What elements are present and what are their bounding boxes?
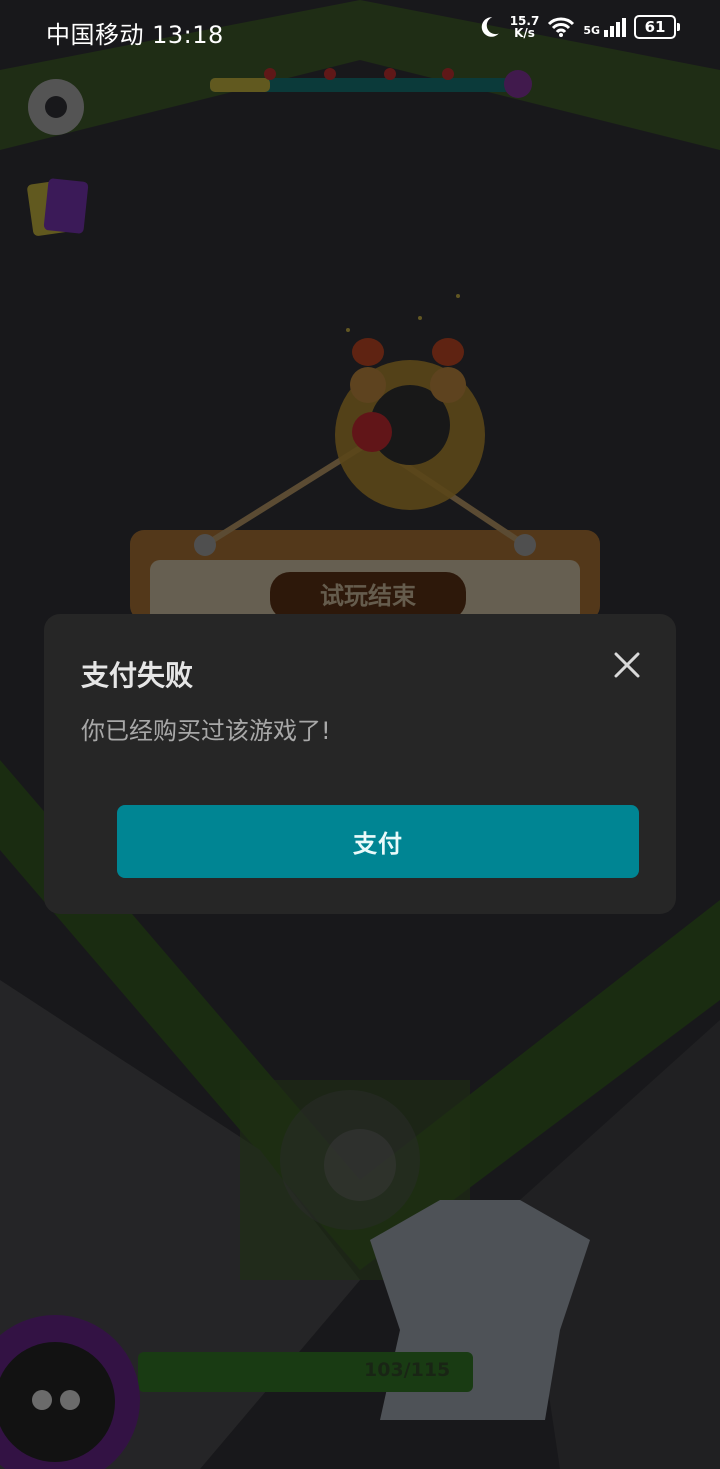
wifi-icon xyxy=(548,17,575,37)
pay-button[interactable]: 支付 xyxy=(117,805,639,878)
close-icon xyxy=(614,652,640,678)
close-button[interactable] xyxy=(612,650,642,680)
carrier-time: 中国移动 13:18 xyxy=(46,21,224,49)
sign-trial-ended-text: 试玩结束 xyxy=(270,572,466,620)
payment-failed-dialog: 支付失败 你已经购买过该游戏了! 支付 xyxy=(44,614,676,914)
speed-unit: K/s xyxy=(514,26,535,40)
status-icons: 15.7 K/s 5G 61 xyxy=(476,14,680,40)
moon-icon xyxy=(481,17,499,37)
battery-indicator: 61 xyxy=(634,15,680,39)
dialog-title: 支付失败 xyxy=(81,659,194,692)
pay-button-label: 支付 xyxy=(353,830,403,858)
network-speed: 15.7 K/s xyxy=(510,15,540,39)
signal-label: 5G xyxy=(583,23,600,37)
hp-readout: 103/115 xyxy=(364,1359,451,1381)
cell-signal-icon: 5G xyxy=(583,17,626,37)
dialog-message: 你已经购买过该游戏了! xyxy=(81,717,331,745)
status-bar: 中国移动 13:18 15.7 K/s 5G 61 xyxy=(0,0,720,62)
